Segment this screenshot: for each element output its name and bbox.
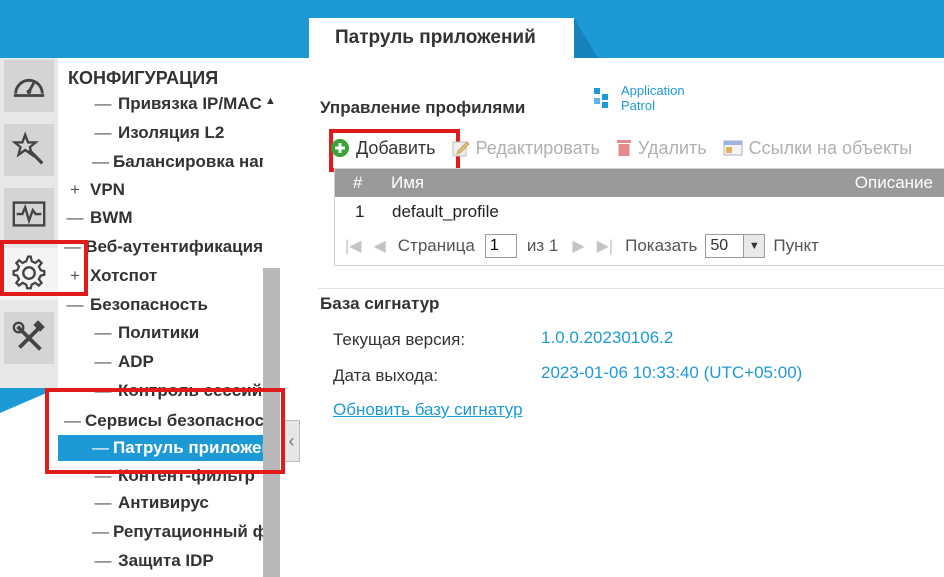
items-label: Пункт [773, 236, 819, 255]
section-divider [318, 288, 944, 289]
show-label: Показать [625, 236, 698, 255]
logo-text-line1: Application [621, 83, 685, 98]
rail-decoration [0, 388, 58, 413]
last-page-icon[interactable]: ▶| [597, 236, 613, 256]
tree-header: КОНФИГУРАЦИЯ [68, 68, 219, 88]
rail-wizard-button[interactable] [4, 124, 54, 176]
previous-page-icon[interactable]: ◀ [373, 236, 385, 256]
logo-text-line2: Patrol [621, 98, 655, 113]
profiles-toolbar: Добавить Редактировать Удалить Ссылки на… [330, 130, 928, 166]
tree-item-security[interactable]: — Безопасность [58, 292, 263, 318]
page-number-input[interactable] [484, 234, 517, 258]
tree-item-hotspot[interactable]: + Хотспот [58, 263, 263, 289]
next-page-icon[interactable]: ▶ [572, 236, 584, 256]
column-header-number[interactable]: # [353, 173, 362, 193]
navigation-tree: КОНФИГУРАЦИЯ — Привязка IP/MAC — Изоляция … [58, 58, 283, 577]
object-references-icon [723, 139, 743, 157]
profiles-section-title: Управление профилями [320, 98, 526, 117]
maintenance-tools-icon [12, 320, 45, 351]
tree-item-session-control[interactable]: — Контроль сессий [58, 378, 263, 404]
tree-item-l2-isolation[interactable]: — Изоляция L2 [58, 120, 263, 146]
current-version-value: 1.0.0.20230106.2 [541, 328, 674, 347]
page-count-label: из 1 [526, 236, 559, 255]
release-date-label: Дата выхода: [333, 366, 439, 385]
signatures-section-title: База сигнатур [320, 294, 440, 313]
rail-configuration-button[interactable] [0, 248, 58, 300]
rail-dashboard-button[interactable] [4, 60, 54, 112]
tree-item-vpn[interactable]: + VPN [58, 177, 263, 203]
profiles-table: # Имя Описание 1 default_profile |◀ ◀ Ст… [334, 168, 944, 266]
tree-scrollbar[interactable] [263, 268, 280, 577]
table-header: # Имя Описание [335, 169, 944, 197]
column-header-name[interactable]: Имя [391, 173, 424, 193]
edit-button[interactable]: Редактировать [452, 138, 600, 159]
tree-item-content-filter[interactable]: — Контент-фильтр [58, 463, 263, 489]
row-number: 1 [355, 202, 365, 221]
tab-corner [574, 18, 598, 58]
tree-item-web-auth[interactable]: — Веб-аутентификация [58, 234, 263, 260]
monitor-pulse-icon [12, 201, 46, 227]
scroll-up-arrow-icon[interactable]: ▲ [265, 95, 276, 107]
gear-icon [12, 255, 46, 290]
add-button[interactable]: Добавить [330, 138, 436, 159]
object-references-button[interactable]: Ссылки на объекты [723, 138, 912, 159]
add-plus-icon [330, 138, 350, 158]
rail-monitor-button[interactable] [4, 188, 54, 240]
application-patrol-logo: Application Patrol [593, 83, 685, 113]
first-page-icon[interactable]: |◀ [345, 236, 361, 256]
per-page-select[interactable]: 50 ▼ [705, 234, 766, 258]
tree-item-reputation-filter[interactable]: —Репутационный фильтр [58, 519, 263, 545]
edit-pencil-icon [452, 139, 470, 157]
chevron-down-icon: ▼ [743, 235, 765, 257]
table-pager: |◀ ◀ Страница из 1 ▶ ▶| Показать 50 ▼ Пу… [335, 227, 944, 265]
release-date-value: 2023-01-06 10:33:40 (UTC+05:00) [541, 363, 803, 382]
dashboard-gauge-icon [13, 78, 45, 97]
current-version-label: Текущая версия: [333, 330, 466, 349]
tree-item-application-patrol[interactable]: —Патруль приложений [58, 435, 263, 461]
delete-button[interactable]: Удалить [616, 138, 707, 159]
tree-item-adp[interactable]: — ADP [58, 349, 263, 375]
delete-trash-icon [616, 139, 632, 157]
rail-maintenance-button[interactable] [4, 312, 54, 364]
wizard-wand-icon [11, 131, 44, 165]
column-header-description[interactable]: Описание [855, 173, 933, 193]
page-label: Страница [397, 236, 475, 255]
update-signatures-link[interactable]: Обновить базу сигнатур [333, 400, 523, 420]
tab-application-patrol[interactable]: Патруль приложений [309, 18, 574, 58]
row-name: default_profile [392, 202, 499, 221]
tree-item-security-services[interactable]: —Сервисы безопасности [58, 408, 263, 434]
tree-item-policies[interactable]: — Политики [58, 320, 263, 346]
tree-item-antivirus[interactable]: — Антивирус [58, 490, 263, 516]
table-row[interactable]: 1 default_profile [335, 197, 944, 227]
tree-item-load-balancing[interactable]: —Балансировка нагрузки [58, 149, 263, 175]
application-patrol-logo-icon [594, 88, 608, 108]
tree-item-idp-protection[interactable]: — Защита IDP [58, 548, 263, 574]
collapse-panel-chevron-left-icon[interactable]: ‹ [283, 420, 300, 462]
tree-item-ip-mac-binding[interactable]: — Привязка IP/MAC [58, 91, 263, 117]
tree-item-bwm[interactable]: — BWM [58, 205, 263, 231]
